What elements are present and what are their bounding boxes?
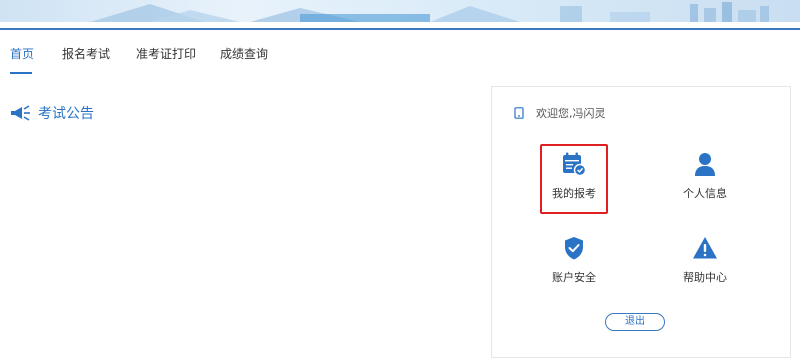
active-tab-indicator	[10, 72, 32, 74]
my-registrations-label: 我的报考	[552, 187, 596, 200]
shield-check-icon	[561, 235, 587, 261]
tab-admission-ticket[interactable]: 准考证打印	[136, 46, 196, 62]
help-center-link[interactable]: 帮助中心	[660, 235, 750, 295]
announcement-title[interactable]: 考试公告	[38, 103, 94, 123]
announcement-heading: 考试公告	[10, 103, 94, 123]
account-security-label: 账户安全	[552, 271, 596, 284]
calendar-check-icon	[561, 151, 587, 177]
account-security-link[interactable]: 账户安全	[529, 235, 619, 295]
phone-icon	[514, 107, 524, 119]
header-banner	[0, 0, 800, 22]
banner-illustration	[90, 2, 769, 22]
personal-info-label: 个人信息	[683, 187, 727, 200]
tab-home[interactable]: 首页	[10, 46, 34, 62]
user-panel: 欢迎您,冯闪灵 我的报考 个人信息 账户安全 帮助中心 退出	[491, 86, 791, 358]
personal-info-link[interactable]: 个人信息	[660, 151, 750, 211]
my-registrations-link[interactable]: 我的报考	[529, 151, 619, 211]
user-icon	[692, 151, 718, 177]
tab-score-query[interactable]: 成绩查询	[220, 46, 268, 62]
main-nav: 首页 报名考试 准考证打印 成绩查询	[0, 40, 800, 80]
tab-register-exam[interactable]: 报名考试	[62, 46, 110, 62]
welcome-line: 欢迎您,冯闪灵	[514, 105, 606, 121]
logout-button[interactable]: 退出	[605, 313, 665, 331]
megaphone-icon	[10, 105, 32, 121]
help-center-label: 帮助中心	[683, 271, 727, 284]
warning-icon	[692, 235, 718, 261]
welcome-text: 欢迎您,冯闪灵	[536, 107, 606, 120]
header-divider	[0, 28, 800, 30]
